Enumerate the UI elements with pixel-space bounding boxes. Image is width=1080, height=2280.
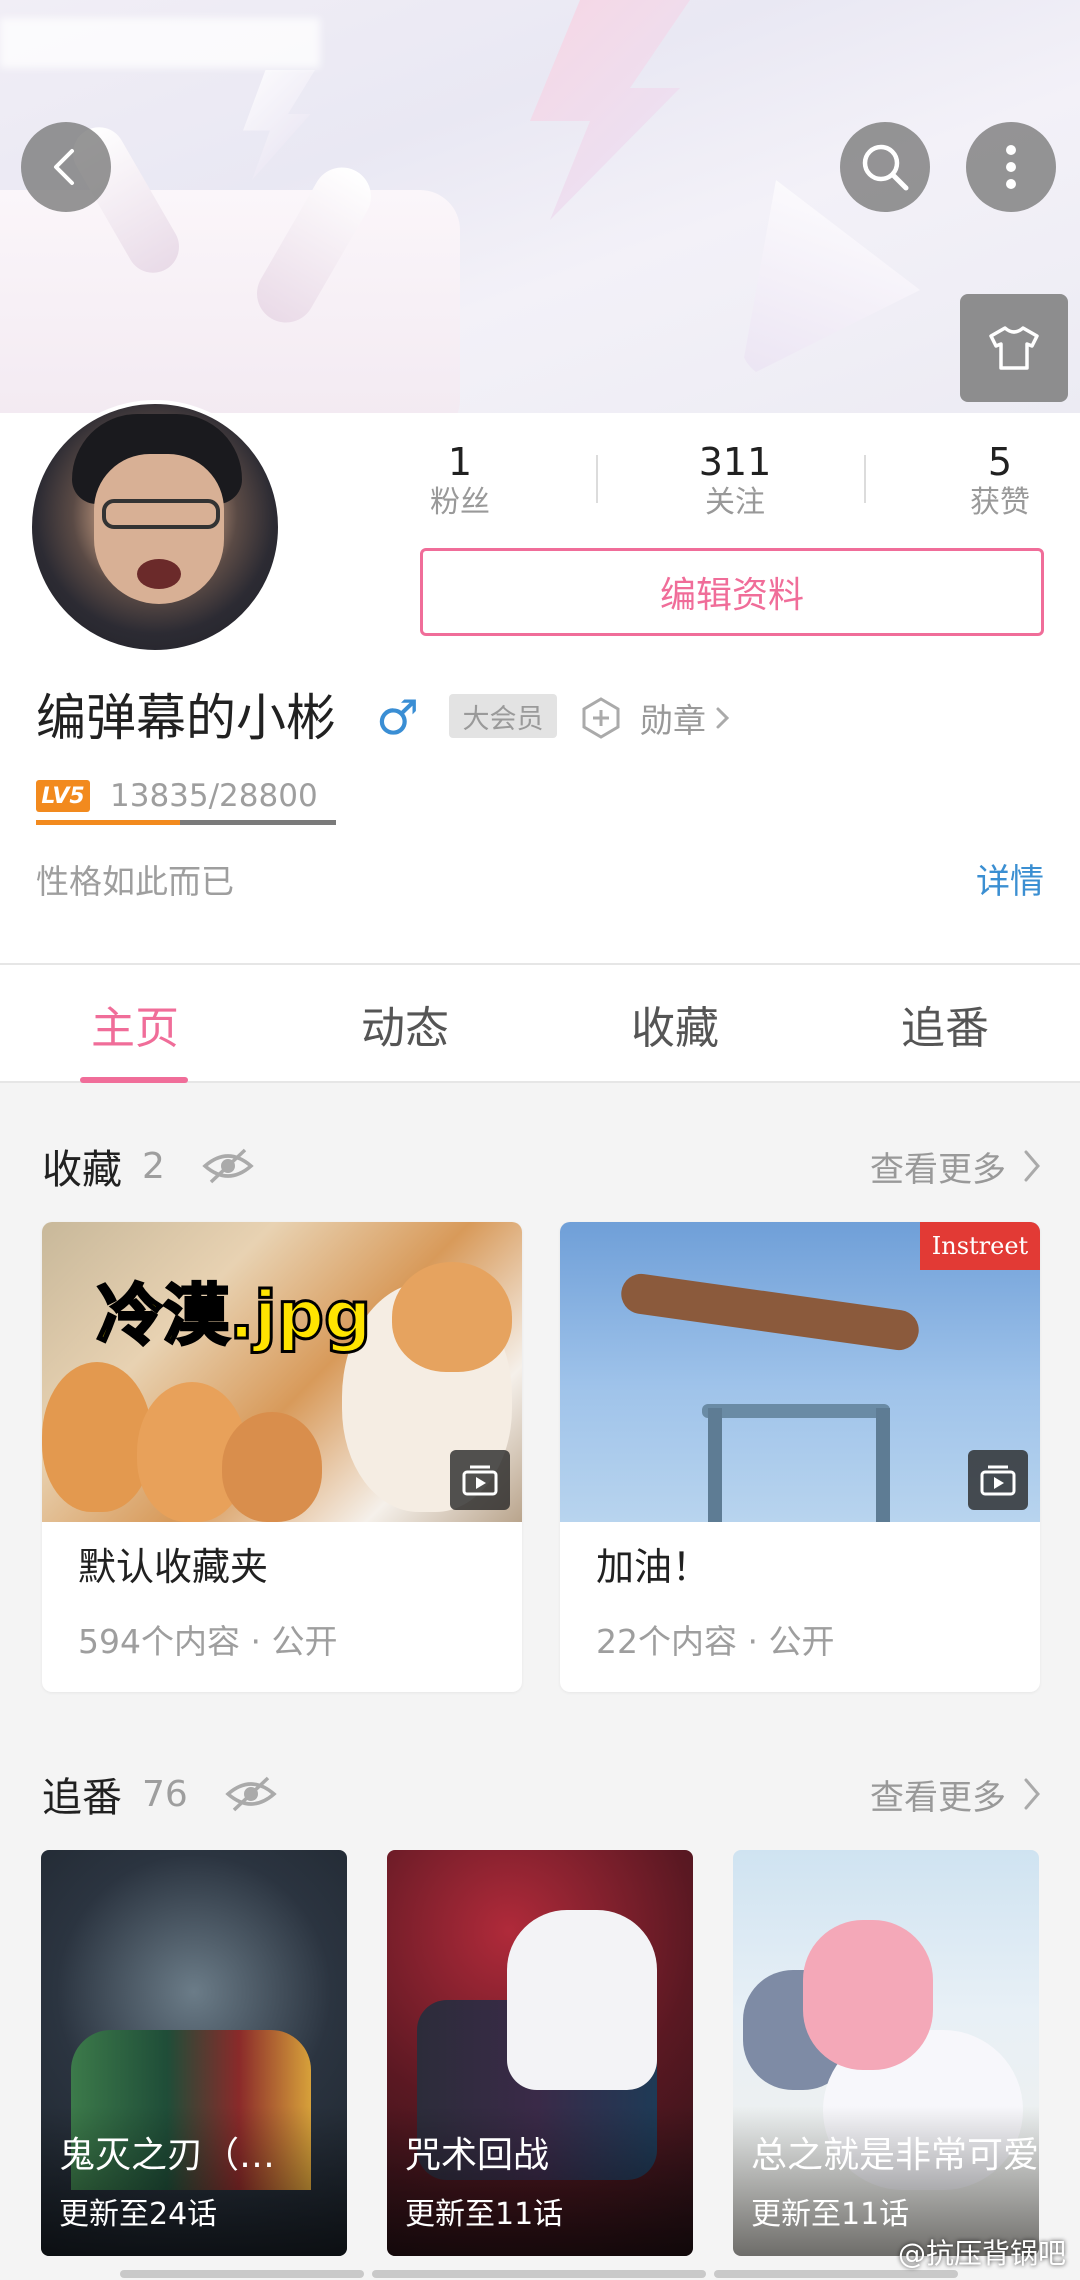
playlist-play-icon xyxy=(450,1450,510,1510)
bio-text: 性格如此而已 xyxy=(36,862,234,901)
section-title: 收藏 xyxy=(42,1147,122,1193)
tab-label: 动态 xyxy=(361,1003,449,1054)
bangumi-update: 更新至11话 xyxy=(405,2197,564,2232)
thumbnail-brand: Instreet xyxy=(920,1222,1040,1270)
bangumi-card[interactable]: 咒术回战 更新至11话 xyxy=(387,1850,693,2256)
more-button[interactable] xyxy=(966,122,1056,212)
hidden-eye-icon[interactable] xyxy=(224,1774,278,1814)
detail-link[interactable]: 详情 xyxy=(976,860,1044,904)
folder-meta: 22个内容 · 公开 xyxy=(596,1622,835,1661)
stat-value: 5 xyxy=(987,440,1013,484)
chevron-right-icon xyxy=(1024,1778,1040,1810)
tab-label: 追番 xyxy=(901,1003,989,1054)
status-bar xyxy=(0,18,320,68)
tshirt-icon xyxy=(989,326,1039,370)
stat-divider xyxy=(596,455,598,503)
more-label: 查看更多 xyxy=(870,1149,1006,1190)
stats-row: 1 粉丝 311 关注 5 获赞 xyxy=(400,440,1070,520)
favorites-header: 收藏 2 xyxy=(42,1138,255,1194)
bangumi-update: 更新至11话 xyxy=(751,2197,910,2232)
bangumi-card[interactable]: 总之就是非常可爱 更新至11话 xyxy=(733,1850,1039,2256)
edit-profile-button[interactable]: 编辑资料 xyxy=(420,548,1044,636)
search-icon xyxy=(862,144,909,191)
scroll-indicator xyxy=(372,2270,706,2278)
favorites-more-link[interactable]: 查看更多 xyxy=(870,1138,1044,1194)
stat-value: 311 xyxy=(698,440,772,484)
tab-label: 收藏 xyxy=(631,1003,719,1054)
tab-dynamics[interactable]: 动态 xyxy=(270,965,540,1083)
thumbnail-caption: 冷漠.jpg xyxy=(95,1276,372,1356)
back-arrow-icon xyxy=(54,149,74,185)
medal-icon xyxy=(582,697,620,739)
bangumi-card[interactable]: 鬼灭之刃（… 更新至24话 xyxy=(41,1850,347,2256)
stat-fans[interactable]: 1 粉丝 xyxy=(400,440,520,522)
header-banner[interactable] xyxy=(0,0,1080,413)
stat-divider xyxy=(864,455,866,503)
more-vertical-icon xyxy=(1006,145,1016,189)
tab-indicator xyxy=(80,1077,188,1083)
avatar[interactable] xyxy=(28,400,282,654)
level-badge: LV5 xyxy=(36,780,90,812)
banner-bolt-shape xyxy=(530,0,690,220)
tab-label: 主页 xyxy=(91,1003,179,1054)
section-count: 2 xyxy=(142,1145,165,1187)
favorite-folder-card[interactable]: 冷漠.jpg 默认收藏夹 594个内容 · 公开 xyxy=(42,1222,522,1692)
watermark-text: @抗压背锅吧 xyxy=(897,2237,1066,2270)
bangumi-header: 追番 76 xyxy=(42,1766,278,1822)
tab-favorites[interactable]: 收藏 xyxy=(540,965,810,1083)
folder-meta: 594个内容 · 公开 xyxy=(78,1622,338,1661)
profile-page: 1 粉丝 311 关注 5 获赞 编辑资料 编弹幕的小彬 ♂ 大会员 勋章 LV… xyxy=(0,0,1080,2280)
chevron-right-icon xyxy=(716,707,730,729)
folder-name: 默认收藏夹 xyxy=(78,1545,269,1589)
gender-icon: ♂ xyxy=(376,690,420,746)
exp-progress-bar xyxy=(36,820,336,825)
more-label: 查看更多 xyxy=(870,1777,1006,1818)
scroll-indicator xyxy=(120,2270,364,2278)
bangumi-more-link[interactable]: 查看更多 xyxy=(870,1766,1044,1822)
stat-value: 1 xyxy=(447,440,473,484)
vip-badge[interactable]: 大会员 xyxy=(449,694,557,738)
tab-home[interactable]: 主页 xyxy=(0,965,270,1083)
exp-text: 13835/28800 xyxy=(110,778,318,814)
favorite-folder-card[interactable]: Instreet 加油！ 22个内容 · 公开 xyxy=(560,1222,1040,1692)
back-button[interactable] xyxy=(21,122,111,212)
username: 编弹幕的小彬 xyxy=(36,689,336,747)
medal-label: 勋章 xyxy=(640,701,706,740)
playlist-play-icon xyxy=(968,1450,1028,1510)
exp-progress-fill xyxy=(36,820,180,825)
stat-label: 粉丝 xyxy=(430,485,490,520)
stat-likes[interactable]: 5 获赞 xyxy=(940,440,1060,522)
banner-bolt-shape xyxy=(243,70,315,180)
bangumi-title: 总之就是非常可爱 xyxy=(751,2135,1039,2176)
bangumi-title: 鬼灭之刃（… xyxy=(59,2135,276,2176)
section-count: 76 xyxy=(142,1773,188,1815)
folder-name: 加油！ xyxy=(596,1545,711,1589)
tab-bangumi[interactable]: 追番 xyxy=(810,965,1080,1083)
stat-following[interactable]: 311 关注 xyxy=(655,440,815,522)
medal-link[interactable]: 勋章 xyxy=(580,690,732,746)
banner-decoration xyxy=(0,190,460,413)
stat-label: 关注 xyxy=(705,485,765,520)
chevron-right-icon xyxy=(1024,1150,1040,1182)
search-button[interactable] xyxy=(840,122,930,212)
dress-up-button[interactable] xyxy=(960,294,1068,402)
level-row[interactable]: LV5 13835/28800 xyxy=(36,776,318,816)
bangumi-update: 更新至24话 xyxy=(59,2197,218,2232)
tab-bar: 主页 动态 收藏 追番 xyxy=(0,963,1080,1083)
bangumi-title: 咒术回战 xyxy=(405,2135,550,2176)
hidden-eye-icon[interactable] xyxy=(201,1146,255,1186)
stat-label: 获赞 xyxy=(970,485,1030,520)
section-title: 追番 xyxy=(42,1775,122,1821)
